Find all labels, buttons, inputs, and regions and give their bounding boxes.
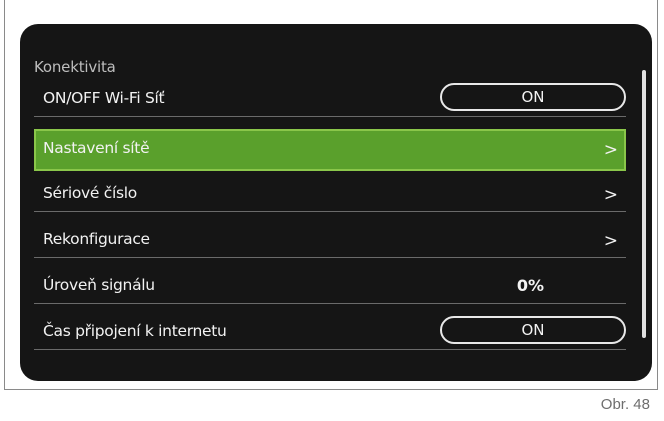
menu-row-network-settings[interactable]: Nastavení sítě >: [34, 129, 626, 171]
menu-row-label: Sériové číslo: [43, 184, 137, 202]
menu-row-reconfiguration[interactable]: Rekonfigurace >: [34, 220, 626, 258]
menu-row-label: Úroveň signálu: [43, 276, 155, 294]
chevron-right-icon: >: [603, 231, 618, 251]
divider: [34, 349, 626, 350]
wifi-toggle[interactable]: ON: [440, 83, 626, 111]
screen-title: Konektivita: [34, 58, 116, 76]
divider: [34, 211, 626, 212]
divider: [34, 303, 626, 304]
toggle-value: ON: [521, 88, 545, 106]
chevron-right-icon: >: [603, 140, 618, 160]
divider: [34, 116, 626, 117]
menu-row-label: ON/OFF Wi-Fi Síť: [43, 89, 165, 107]
internet-time-toggle[interactable]: ON: [440, 316, 626, 344]
scrollbar-thumb[interactable]: [642, 70, 646, 338]
menu-row-label: Nastavení sítě: [43, 139, 150, 157]
menu-row-label: Čas připojení k internetu: [43, 322, 227, 340]
chevron-right-icon: >: [603, 185, 618, 205]
menu-row-serial-number[interactable]: Sériové číslo >: [34, 174, 626, 212]
menu-row-label: Rekonfigurace: [43, 230, 150, 248]
toggle-value: ON: [521, 321, 545, 339]
divider: [34, 257, 626, 258]
device-screen: Konektivita ON/OFF Wi-Fi Síť ON Nastaven…: [20, 24, 652, 381]
figure-caption: Obr. 48: [600, 396, 650, 413]
menu-row-signal-level: Úroveň signálu 0%: [34, 266, 626, 304]
menu-row-wifi-toggle[interactable]: ON/OFF Wi-Fi Síť ON: [34, 79, 626, 117]
scrollbar[interactable]: [642, 70, 646, 338]
menu-row-internet-time[interactable]: Čas připojení k internetu ON: [34, 312, 626, 350]
signal-level-value: 0%: [516, 276, 544, 295]
